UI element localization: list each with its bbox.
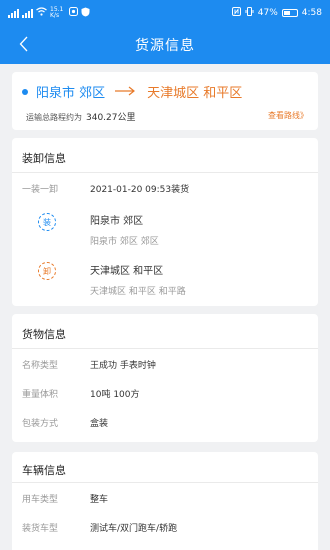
load-badge-icon: 装	[38, 213, 56, 231]
goods-label: 名称类型	[22, 361, 59, 371]
route-card: 阳泉市 郊区 天津城区 和平区 运输总路程约为 340.27公里 查看路线》	[12, 72, 318, 130]
clock: 4:58	[301, 8, 322, 18]
goods-value: 盒装	[90, 419, 109, 429]
section-title: 车辆信息	[22, 464, 66, 477]
load-datetime: 2021-01-20 09:53装货	[90, 185, 190, 195]
battery-icon	[281, 9, 298, 17]
signal-icon	[8, 8, 19, 18]
arrow-right-icon	[115, 84, 137, 100]
route-distance: 运输总路程约为 340.27公里	[26, 110, 136, 123]
shield-notify-icon	[81, 7, 90, 20]
vibrate-icon	[245, 7, 254, 19]
vehicle-label: 装货车型	[22, 524, 59, 534]
status-left: 15.1 K/s	[8, 7, 90, 20]
vehicle-label: 用车类型	[22, 495, 59, 505]
load-mode: 一装一卸	[22, 185, 59, 195]
divider	[12, 172, 318, 173]
route-row: 阳泉市 郊区 天津城区 和平区	[22, 82, 242, 101]
page-title: 货源信息	[135, 38, 195, 54]
divider	[12, 348, 318, 349]
route-destination: 天津城区 和平区	[147, 86, 243, 101]
origin-dot-icon	[22, 88, 28, 95]
goods-label: 包装方式	[22, 419, 59, 429]
unload-address: 天津城区 和平区 和平路	[90, 287, 186, 297]
section-title: 货物信息	[22, 328, 66, 341]
goods-value: 10吨 100方	[90, 390, 140, 400]
route-origin: 阳泉市 郊区	[36, 86, 106, 101]
nfc-icon	[231, 7, 241, 19]
vehicle-value: 测试车/双门跑车/轿跑	[90, 524, 178, 534]
nav-bar: 货源信息	[0, 26, 330, 64]
app-notify-icon	[69, 7, 78, 19]
distance-label: 运输总路程约为	[26, 113, 82, 122]
signal-2-icon	[22, 8, 33, 18]
unload-badge-icon: 卸	[38, 262, 56, 280]
view-route-link[interactable]: 查看路线》	[268, 110, 308, 121]
status-bar: 15.1 K/s 47% 4:58	[0, 0, 330, 26]
vehicle-info-card: 车辆信息 用车类型 整车 装货车型 测试车/双门跑车/轿跑	[12, 452, 318, 550]
load-info-card: 装卸信息 一装一卸 2021-01-20 09:53装货 装 阳泉市 郊区 阳泉…	[12, 138, 318, 306]
wifi-icon	[36, 7, 47, 19]
network-speed: 15.1 K/s	[50, 6, 64, 19]
status-right: 47% 4:58	[231, 7, 322, 19]
load-address: 阳泉市 郊区 郊区	[90, 237, 159, 247]
goods-label: 重量体积	[22, 390, 59, 400]
divider	[12, 482, 318, 483]
section-title: 装卸信息	[22, 152, 66, 165]
load-city: 阳泉市 郊区	[90, 216, 144, 227]
distance-value: 340.27公里	[86, 113, 136, 123]
battery-percent: 47%	[257, 8, 278, 18]
goods-value: 王成功 手表时钟	[90, 361, 156, 371]
goods-info-card: 货物信息 名称类型 王成功 手表时钟 重量体积 10吨 100方 包装方式 盒装	[12, 314, 318, 442]
unload-city: 天津城区 和平区	[90, 266, 164, 277]
vehicle-value: 整车	[90, 495, 109, 505]
